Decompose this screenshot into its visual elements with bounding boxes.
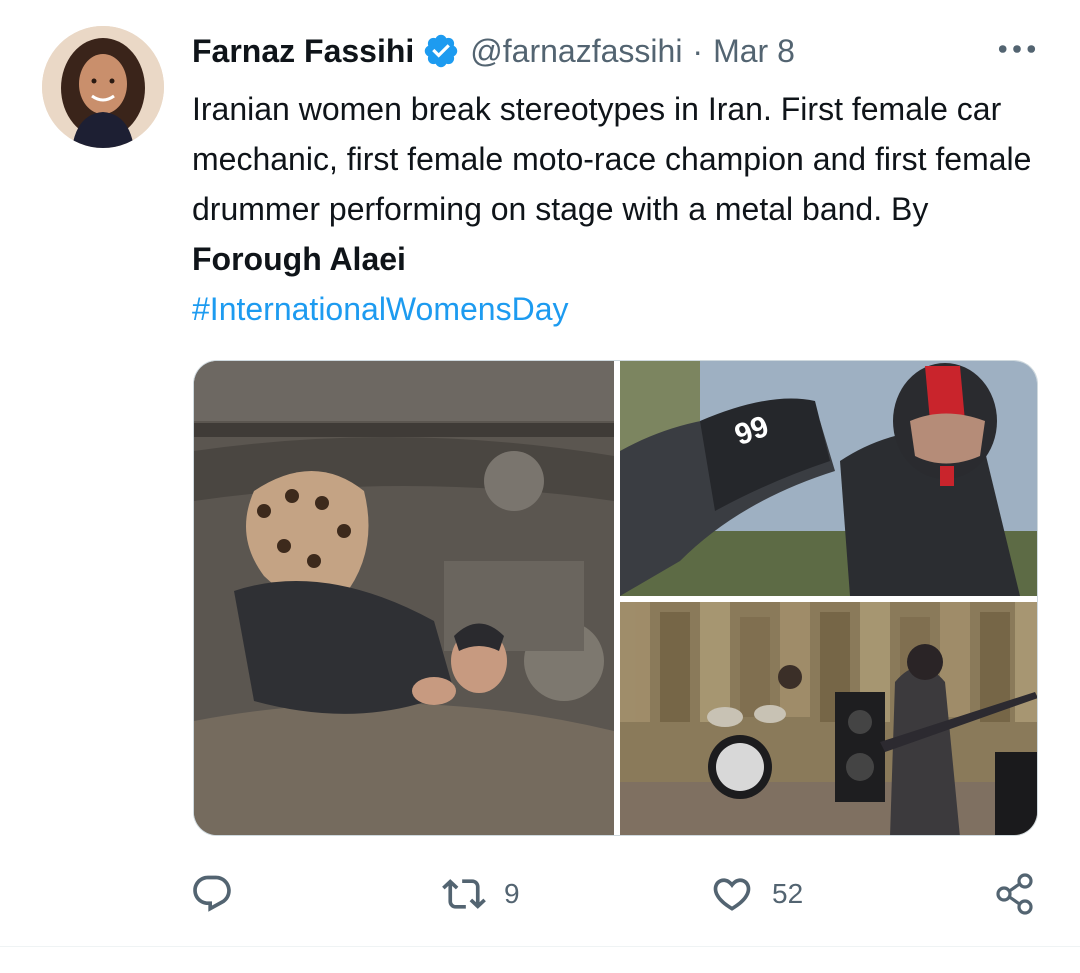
reply-button[interactable] [190, 862, 234, 926]
photo-moto-racer[interactable]: 99 [620, 361, 1037, 596]
author-name[interactable]: Farnaz Fassihi [192, 33, 414, 70]
more-options-icon[interactable] [996, 30, 1038, 68]
hashtag-link[interactable]: #InternationalWomensDay [192, 291, 569, 327]
retweet-button[interactable]: 9 [442, 862, 520, 926]
heart-icon [713, 878, 751, 911]
verified-badge-icon [425, 34, 458, 68]
tweet-actions: 9 52 [0, 862, 1080, 926]
tweet-date[interactable]: Mar 8 [713, 33, 795, 70]
tweet-text: Iranian women break stereotypes in Iran.… [192, 84, 1052, 334]
separator-dot: · [692, 32, 704, 69]
share-icon [996, 873, 1033, 915]
like-button[interactable]: 52 [710, 862, 803, 926]
author-handle[interactable]: @farnazfassihi [470, 33, 682, 70]
tweet[interactable]: Farnaz Fassihi @farnazfassihi · Mar 8 Ir… [0, 0, 1080, 973]
media-grid: 99 [193, 360, 1038, 836]
avatar[interactable] [42, 26, 164, 148]
reply-icon [193, 875, 231, 912]
retweet-icon [442, 879, 486, 909]
divider [0, 946, 1080, 947]
retweet-count: 9 [504, 878, 520, 909]
share-button[interactable] [994, 862, 1038, 926]
photo-car-mechanic[interactable] [194, 361, 614, 835]
photo-metal-band[interactable] [620, 602, 1037, 835]
tweet-header: Farnaz Fassihi @farnazfassihi · Mar 8 [192, 28, 795, 74]
avatar-photo [42, 26, 164, 148]
photographer-name: Forough Alaei [192, 241, 406, 277]
like-count: 52 [772, 878, 804, 909]
tweet-text-body: Iranian women break stereotypes in Iran.… [192, 91, 1032, 227]
